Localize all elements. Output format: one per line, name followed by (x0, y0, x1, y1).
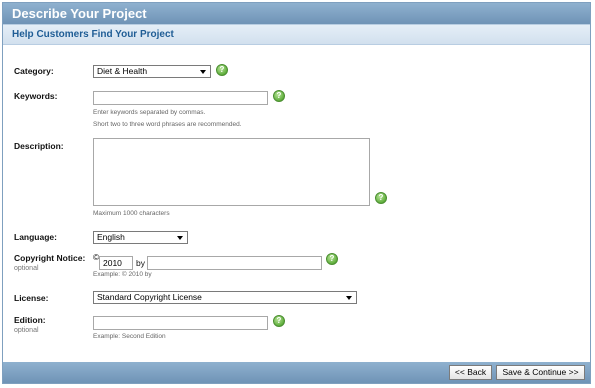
help-question-icon[interactable]: ? (326, 253, 338, 265)
help-question-icon[interactable]: ? (375, 192, 387, 204)
description-label: Description: (14, 141, 64, 151)
keywords-input[interactable] (93, 91, 268, 105)
chevron-down-icon (346, 296, 352, 300)
copyright-by-label: by (136, 258, 145, 268)
language-label: Language: (14, 232, 57, 242)
edition-input[interactable] (93, 316, 268, 330)
footer-bar: << Back Save & Continue >> (3, 362, 590, 383)
chevron-down-icon (177, 236, 183, 240)
back-button[interactable]: << Back (449, 365, 492, 380)
help-question-icon[interactable]: ? (216, 64, 228, 76)
license-label: License: (14, 293, 49, 303)
project-form-panel: Describe Your Project Help Customers Fin… (2, 2, 591, 384)
category-select-value: Diet & Health (97, 66, 148, 76)
keywords-hint: Enter keywords separated by commas. (93, 109, 206, 116)
copyright-owner-input[interactable] (147, 256, 322, 270)
category-select[interactable]: Diet & Health (93, 65, 211, 78)
page-title: Describe Your Project (3, 3, 590, 24)
language-select[interactable]: English (93, 231, 188, 244)
copyright-year-input[interactable]: 2010 (99, 256, 133, 270)
copyright-optional-note: optional (14, 265, 39, 272)
license-select[interactable]: Standard Copyright License (93, 291, 357, 304)
section-subtitle: Help Customers Find Your Project (3, 24, 590, 45)
language-select-value: English (97, 232, 125, 242)
category-label: Category: (14, 66, 54, 76)
edition-label: Edition: (14, 315, 46, 325)
save-continue-button[interactable]: Save & Continue >> (496, 365, 585, 380)
keywords-hint-secondary: Short two to three word phrases are reco… (93, 121, 242, 128)
help-question-icon[interactable]: ? (273, 315, 285, 327)
license-select-value: Standard Copyright License (97, 292, 202, 302)
keywords-label: Keywords: (14, 91, 58, 101)
edition-hint: Example: Second Edition (93, 333, 166, 340)
description-textarea[interactable] (93, 138, 370, 206)
edition-optional-note: optional (14, 327, 39, 334)
copyright-label: Copyright Notice: (14, 253, 86, 263)
copyright-hint: Example: © 2010 by (93, 271, 152, 278)
chevron-down-icon (200, 70, 206, 74)
description-hint: Maximum 1000 characters (93, 210, 170, 217)
help-question-icon[interactable]: ? (273, 90, 285, 102)
